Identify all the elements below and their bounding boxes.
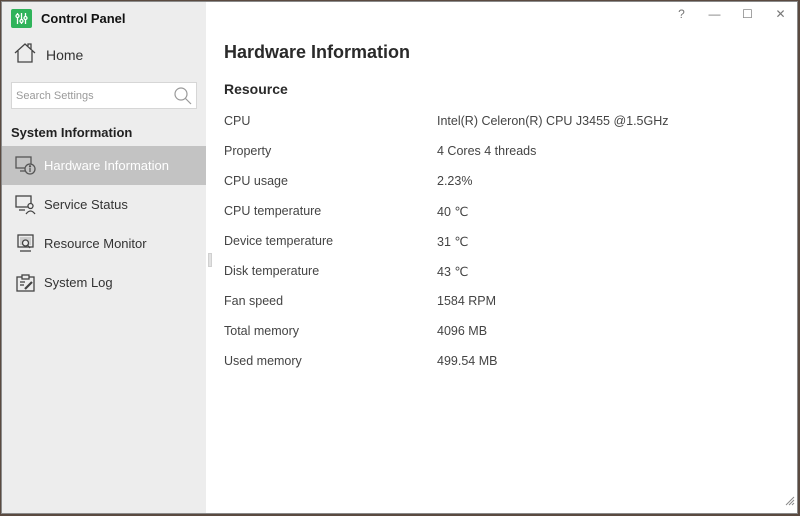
sidebar-item-system-log[interactable]: System Log [2, 263, 206, 302]
row-label: CPU usage [224, 174, 288, 188]
row-value: 1584 RPM [437, 294, 497, 308]
row-label: Total memory [224, 324, 300, 338]
info-row: Disk temperature 43 ℃ [224, 256, 784, 286]
row-value: 31 ℃ [437, 234, 469, 249]
search-input[interactable] [12, 89, 172, 102]
clipboard-edit-icon [15, 272, 37, 294]
section-title: System Information [11, 125, 133, 140]
info-row: CPU usage 2.23% [224, 166, 784, 196]
row-value: 2.23% [437, 174, 473, 188]
row-value: 499.54 MB [437, 354, 498, 368]
info-row: CPU Intel(R) Celeron(R) CPU J3455 @1.5GHz [224, 106, 784, 136]
sidebar-item-hardware-information[interactable]: Hardware Information [2, 146, 206, 185]
group-title: Resource [224, 81, 288, 97]
page-title: Hardware Information [224, 42, 411, 62]
row-value: 40 ℃ [437, 204, 469, 219]
info-row: Property 4 Cores 4 threads [224, 136, 784, 166]
info-row: Fan speed 1584 RPM [224, 286, 784, 316]
home-label: Home [46, 47, 84, 63]
app-title: Control Panel [41, 10, 126, 26]
sidebar-nav: Hardware Information Service Status Reso… [2, 146, 206, 302]
monitor-search-icon [15, 233, 37, 255]
sidebar-item-label: Hardware Information [44, 158, 169, 173]
info-row: Total memory 4096 MB [224, 316, 784, 346]
app-logo-icon [11, 8, 32, 28]
sidebar: Control Panel Home System Information [2, 2, 206, 513]
monitor-user-icon [15, 194, 37, 216]
row-value: 4096 MB [437, 324, 488, 338]
row-value: 4 Cores 4 threads [437, 144, 537, 158]
row-label: Disk temperature [224, 264, 320, 278]
row-label: Property [224, 144, 272, 158]
resize-grip-icon[interactable] [785, 493, 795, 511]
row-value: Intel(R) Celeron(R) CPU J3455 @1.5GHz [437, 114, 669, 128]
row-label: Used memory [224, 354, 302, 368]
home-link[interactable]: Home [13, 41, 83, 69]
info-table: CPU Intel(R) Celeron(R) CPU J3455 @1.5GHz… [224, 106, 784, 376]
sidebar-splitter-handle[interactable] [208, 253, 212, 267]
sidebar-item-label: System Log [44, 275, 113, 290]
row-value: 43 ℃ [437, 264, 469, 279]
app-title-bar: Control Panel [11, 8, 126, 28]
row-label: CPU temperature [224, 204, 322, 218]
sidebar-item-label: Service Status [44, 197, 128, 212]
sidebar-item-service-status[interactable]: Service Status [2, 185, 206, 224]
sidebar-item-label: Resource Monitor [44, 236, 147, 251]
sidebar-item-resource-monitor[interactable]: Resource Monitor [2, 224, 206, 263]
info-row: Device temperature 31 ℃ [224, 226, 784, 256]
row-label: CPU [224, 114, 251, 128]
info-row: CPU temperature 40 ℃ [224, 196, 784, 226]
info-row: Used memory 499.54 MB [224, 346, 784, 376]
control-panel-window: Control Panel Home System Information [1, 1, 798, 514]
search-box [11, 82, 197, 109]
search-icon[interactable] [173, 86, 193, 111]
monitor-info-icon [15, 155, 37, 177]
row-label: Device temperature [224, 234, 334, 248]
home-icon [13, 42, 37, 69]
row-label: Fan speed [224, 294, 284, 308]
main-content: Hardware Information Resource CPU Intel(R… [224, 2, 797, 513]
